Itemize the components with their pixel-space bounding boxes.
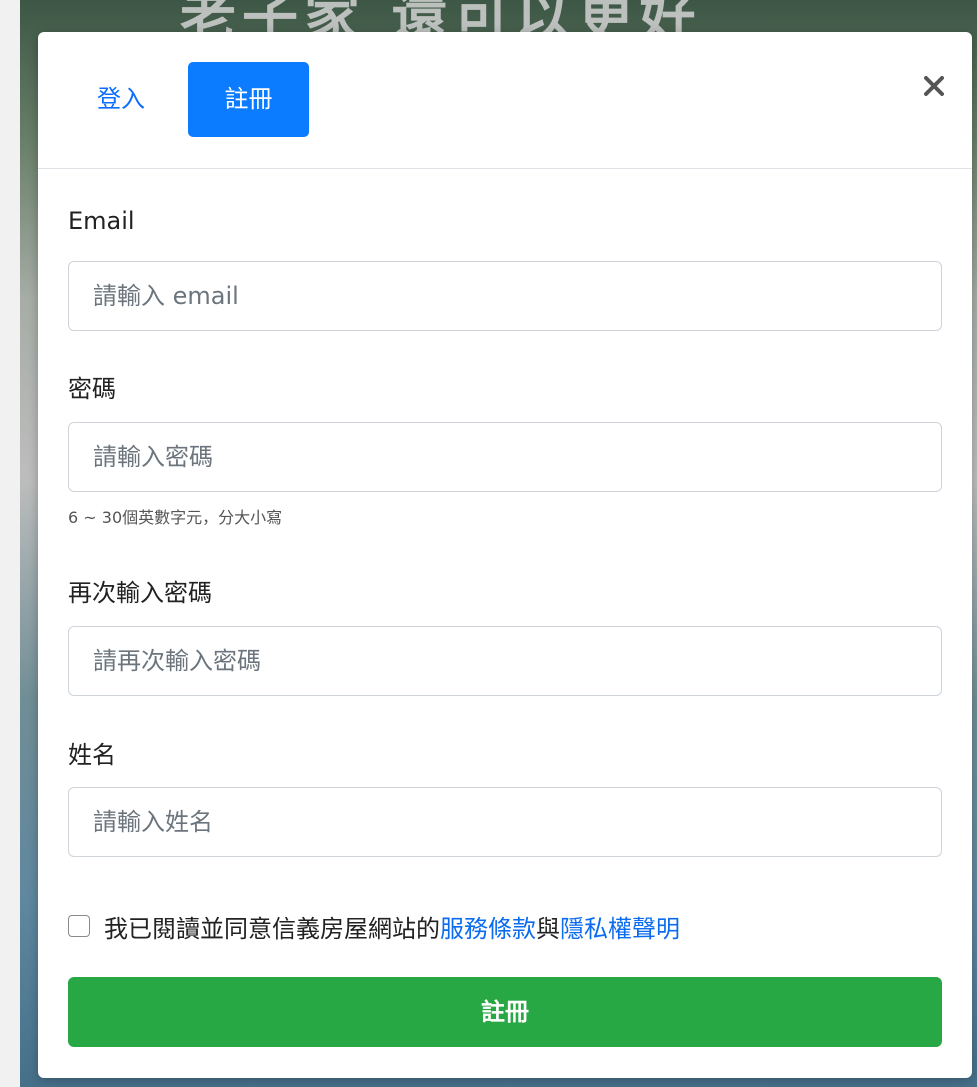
page-background-strip [0,0,20,1087]
agreement-conjunction: 與 [536,914,560,943]
privacy-link[interactable]: 隱私權聲明 [560,909,680,944]
tab-register[interactable]: 註冊 [188,62,309,137]
close-button[interactable] [918,70,950,102]
password-label: 密碼 [68,375,116,403]
register-modal: 登入 註冊 Email 密碼 6 ~ 30個英數字元，分大小寫 再次輸入密碼 姓… [38,32,972,1078]
email-label: Email [68,207,135,235]
email-field[interactable] [68,261,942,331]
agreement-row: 我已閱讀並同意信義房屋網站的 服務條款 與 隱私權聲明 [68,909,680,943]
modal-header: 登入 註冊 [38,32,972,169]
password-field[interactable] [68,422,942,492]
tab-login[interactable]: 登入 [69,62,173,137]
password-hint: 6 ~ 30個英數字元，分大小寫 [68,508,283,527]
terms-link[interactable]: 服務條款 [440,909,536,944]
register-submit-button[interactable]: 註冊 [68,977,942,1047]
confirm-password-label: 再次輸入密碼 [68,579,212,607]
agreement-text: 我已閱讀並同意信義房屋網站的 [104,914,440,943]
name-field[interactable] [68,787,942,857]
name-label: 姓名 [68,741,116,769]
close-icon [924,76,944,96]
background-headline: 老子家 還可以更好 [180,0,702,50]
agreement-checkbox[interactable] [68,915,90,937]
confirm-password-field[interactable] [68,626,942,696]
